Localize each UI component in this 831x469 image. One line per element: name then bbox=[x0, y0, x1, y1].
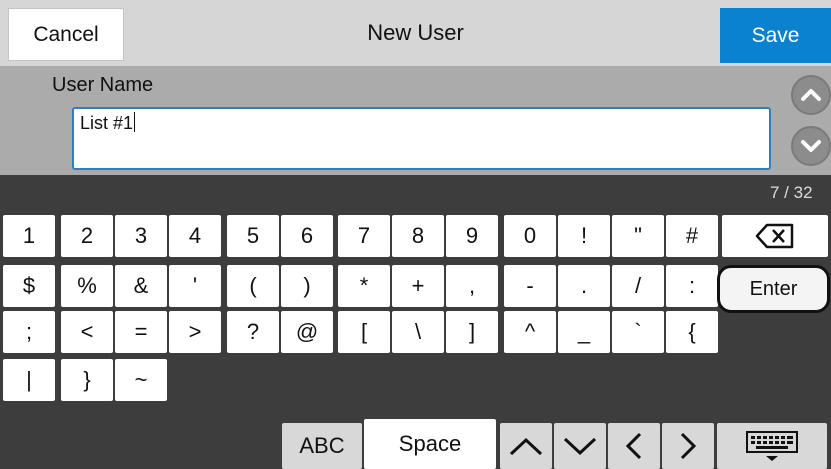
char-key[interactable]: ; bbox=[3, 311, 55, 353]
chevron-right-icon bbox=[680, 432, 697, 460]
char-key[interactable]: - bbox=[504, 265, 556, 307]
save-button[interactable]: Save bbox=[720, 8, 831, 63]
char-key[interactable]: > bbox=[169, 311, 221, 353]
keyboard-area: 7 / 32 1 2 3 4 5 6 7 8 9 0! " # $% & '() * +, -. /:; < = >? @[… bbox=[0, 175, 831, 469]
user-name-label: User Name bbox=[52, 74, 154, 96]
user-name-field[interactable]: List #1 bbox=[72, 107, 771, 170]
keyboard-toggle-key[interactable] bbox=[717, 423, 827, 469]
char-key[interactable]: + bbox=[392, 265, 444, 307]
char-key[interactable]: ~ bbox=[115, 359, 167, 401]
cancel-button[interactable]: Cancel bbox=[8, 8, 124, 61]
char-key[interactable]: = bbox=[115, 311, 167, 353]
char-key[interactable]: 7 bbox=[338, 215, 390, 257]
char-key[interactable]: # bbox=[666, 215, 718, 257]
abc-key[interactable]: ABC bbox=[282, 423, 362, 469]
cursor-left-key[interactable] bbox=[608, 423, 660, 469]
cursor-right-key[interactable] bbox=[662, 423, 714, 469]
scroll-up-button[interactable] bbox=[791, 75, 831, 115]
char-key[interactable]: | bbox=[3, 359, 55, 401]
chevron-left-icon bbox=[625, 432, 642, 460]
char-key[interactable]: } bbox=[61, 359, 113, 401]
char-key[interactable]: & bbox=[115, 265, 167, 307]
chevron-up-icon bbox=[801, 89, 821, 101]
character-counter: 7 / 32 bbox=[770, 183, 813, 202]
char-key[interactable]: 4 bbox=[169, 215, 221, 257]
space-key[interactable]: Space bbox=[364, 419, 496, 469]
char-key[interactable]: : bbox=[666, 265, 718, 307]
char-key[interactable]: 9 bbox=[446, 215, 498, 257]
char-key[interactable]: _ bbox=[558, 311, 610, 353]
page-title: New User bbox=[367, 20, 464, 45]
user-name-text: List #1 bbox=[80, 113, 134, 133]
chevron-down-icon bbox=[801, 140, 821, 152]
char-key[interactable]: @ bbox=[281, 311, 333, 353]
char-key[interactable]: ` bbox=[612, 311, 664, 353]
char-key[interactable]: 2 bbox=[61, 215, 113, 257]
char-key[interactable]: / bbox=[612, 265, 664, 307]
char-key[interactable]: " bbox=[612, 215, 664, 257]
char-key[interactable]: [ bbox=[338, 311, 390, 353]
header-bar: Cancel New User Save bbox=[0, 0, 831, 66]
char-key[interactable]: ^ bbox=[504, 311, 556, 353]
char-key[interactable]: ] bbox=[446, 311, 498, 353]
char-key[interactable]: % bbox=[61, 265, 113, 307]
field-area: User Name List #1 bbox=[0, 66, 831, 175]
char-key[interactable]: < bbox=[61, 311, 113, 353]
chevron-up-icon bbox=[509, 437, 543, 456]
backspace-icon bbox=[755, 223, 794, 249]
char-key[interactable]: 8 bbox=[392, 215, 444, 257]
backspace-key[interactable] bbox=[722, 215, 828, 257]
keyboard-icon bbox=[746, 431, 798, 461]
char-key[interactable]: 0 bbox=[504, 215, 556, 257]
text-caret bbox=[134, 112, 136, 132]
char-key[interactable]: 3 bbox=[115, 215, 167, 257]
char-key[interactable]: { bbox=[666, 311, 718, 353]
char-key[interactable]: * bbox=[338, 265, 390, 307]
char-key[interactable]: ? bbox=[227, 311, 279, 353]
enter-key[interactable]: Enter bbox=[717, 265, 830, 313]
char-key[interactable]: \ bbox=[392, 311, 444, 353]
cursor-up-key[interactable] bbox=[500, 423, 552, 469]
char-key[interactable]: 6 bbox=[281, 215, 333, 257]
char-key[interactable]: ( bbox=[227, 265, 279, 307]
user-name-value: List #1 bbox=[80, 112, 136, 134]
char-key[interactable]: ! bbox=[558, 215, 610, 257]
char-key[interactable]: 5 bbox=[227, 215, 279, 257]
char-key[interactable]: . bbox=[558, 265, 610, 307]
cursor-down-key[interactable] bbox=[554, 423, 606, 469]
char-key[interactable]: ' bbox=[169, 265, 221, 307]
scroll-down-button[interactable] bbox=[791, 126, 831, 166]
chevron-down-icon bbox=[563, 437, 597, 456]
char-key[interactable]: 1 bbox=[3, 215, 55, 257]
char-key[interactable]: ) bbox=[281, 265, 333, 307]
char-key[interactable]: , bbox=[446, 265, 498, 307]
char-key[interactable]: $ bbox=[3, 265, 55, 307]
